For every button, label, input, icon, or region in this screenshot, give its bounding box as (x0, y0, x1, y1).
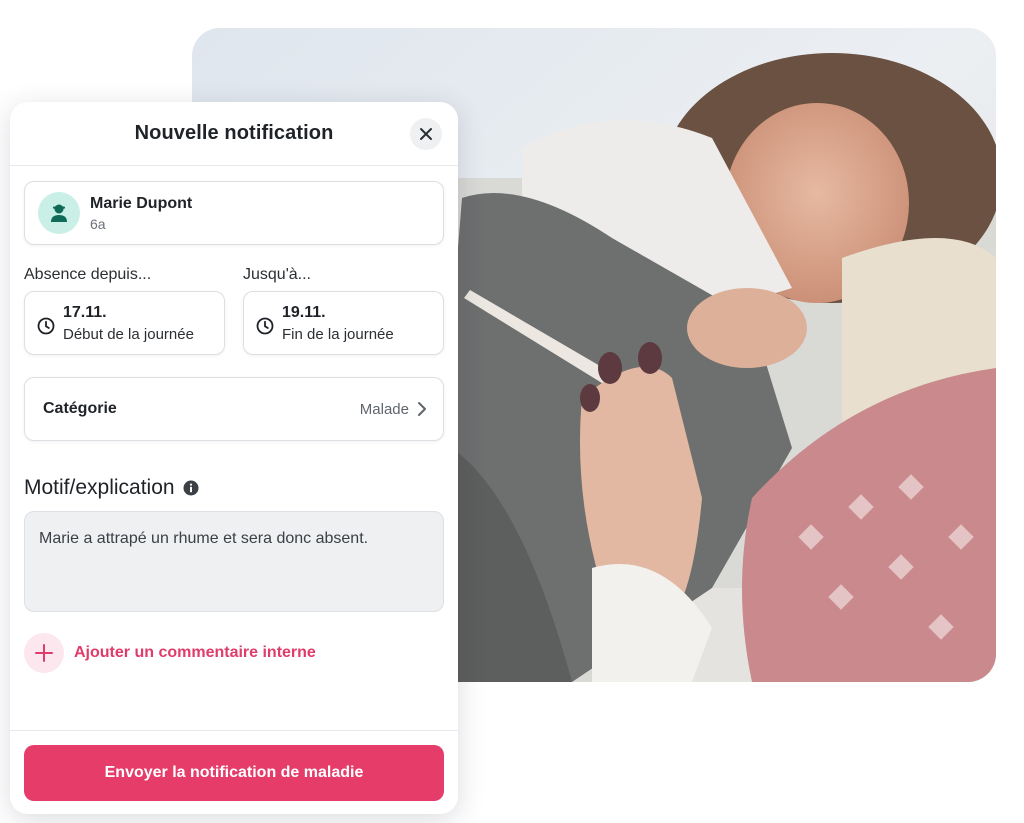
reason-heading: Motif/explication (24, 476, 199, 500)
clock-icon (37, 317, 55, 335)
end-date-value: 19.11. (282, 303, 326, 321)
absence-to-label: Jusqu'à... (243, 266, 311, 283)
close-button[interactable] (410, 118, 442, 150)
start-date-time: Début de la journée (63, 325, 194, 343)
plus-icon (24, 633, 64, 673)
dialog-header: Nouvelle notification (10, 102, 458, 166)
info-icon[interactable] (183, 480, 199, 496)
reason-textarea[interactable]: Marie a attrapé un rhume et sera donc ab… (24, 511, 444, 612)
sick-notification-dialog: Nouvelle notification Marie Dupont 6a Ab… (10, 102, 458, 814)
student-card[interactable]: Marie Dupont 6a (24, 181, 444, 245)
end-date-time: Fin de la journée (282, 325, 394, 343)
end-date-picker[interactable]: 19.11. Fin de la journée (243, 291, 444, 355)
start-date-picker[interactable]: 17.11. Début de la journée (24, 291, 225, 355)
clock-icon (256, 317, 274, 335)
student-class: 6a (90, 215, 106, 232)
category-label: Catégorie (43, 400, 117, 417)
add-comment-label: Ajouter un commentaire interne (74, 644, 316, 661)
student-name: Marie Dupont (90, 194, 193, 212)
send-sick-notification-button[interactable]: Envoyer la notification de maladie (24, 745, 444, 801)
category-selector[interactable]: Catégorie Malade (24, 377, 444, 441)
dialog-title: Nouvelle notification (134, 122, 334, 144)
close-icon (420, 128, 432, 140)
category-value: Malade (359, 400, 409, 418)
absence-from-label: Absence depuis... (24, 266, 152, 283)
start-date-value: 17.11. (63, 303, 107, 321)
dialog-footer: Envoyer la notification de maladie (10, 730, 458, 814)
reason-title: Motif/explication (24, 476, 175, 499)
chevron-right-icon (418, 402, 426, 416)
add-internal-comment-button[interactable]: Ajouter un commentaire interne (24, 633, 316, 673)
student-avatar-icon (38, 192, 80, 234)
